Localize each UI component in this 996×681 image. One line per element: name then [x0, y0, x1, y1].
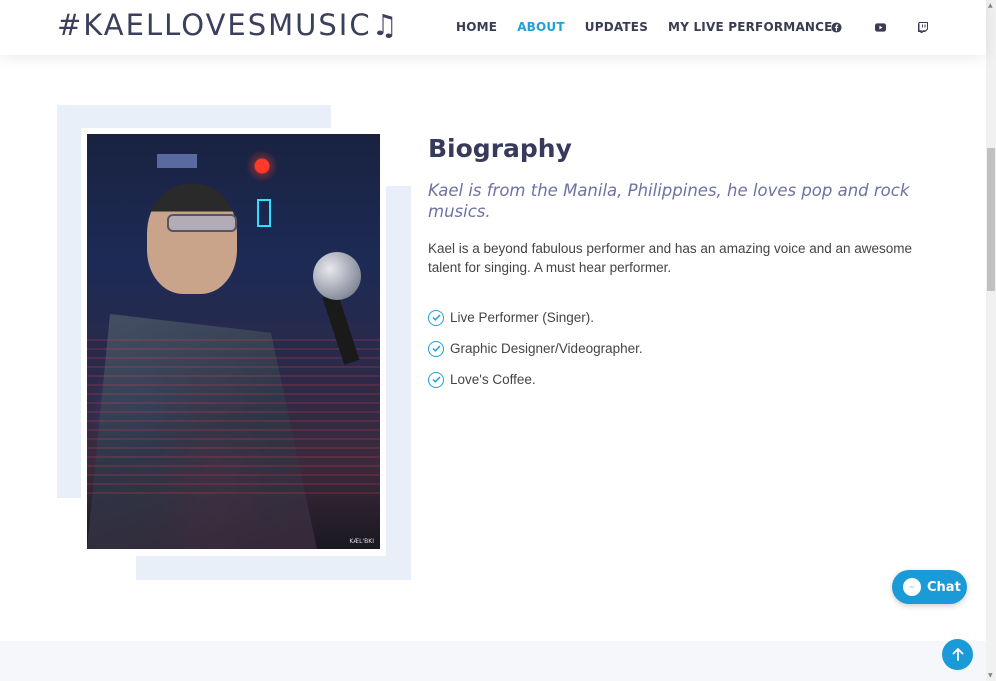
nav-updates[interactable]: UPDATES: [585, 20, 648, 34]
next-section: [0, 641, 986, 681]
twitch-icon[interactable]: [917, 21, 929, 33]
list-item: Live Performer (Singer).: [428, 302, 643, 333]
list-item-text: Love's Coffee.: [450, 372, 536, 387]
page-scrollbar[interactable]: ▲ ▼: [986, 0, 996, 681]
scroll-up-icon[interactable]: ▲: [988, 2, 993, 9]
biography-heading: Biography: [428, 134, 572, 163]
arrow-up-icon: [952, 648, 963, 661]
biography-lead: Kael is from the Manila, Philippines, he…: [428, 181, 910, 221]
scroll-down-icon[interactable]: ▼: [988, 672, 993, 679]
scrollbar-thumb[interactable]: [987, 148, 995, 291]
profile-photo-frame: KÆL'BKI: [81, 128, 386, 556]
photo-watermark: KÆL'BKI: [349, 538, 374, 545]
check-circle-icon: [428, 371, 444, 388]
messenger-chat-button[interactable]: Chat: [892, 570, 967, 604]
youtube-icon[interactable]: [874, 21, 886, 33]
check-circle-icon: [428, 340, 444, 357]
list-item-text: Live Performer (Singer).: [450, 310, 595, 325]
messenger-icon: [903, 578, 921, 596]
facebook-icon[interactable]: [830, 21, 842, 33]
list-item: Love's Coffee.: [428, 364, 643, 395]
main-nav: HOME ABOUT UPDATES MY LIVE PERFORMANCE: [456, 20, 853, 34]
nav-about[interactable]: ABOUT: [517, 20, 565, 34]
nav-my-live-performance[interactable]: MY LIVE PERFORMANCE: [668, 20, 833, 34]
biography-list: Live Performer (Singer). Graphic Designe…: [428, 302, 643, 395]
chat-button-label: Chat: [927, 579, 961, 595]
biography-text: Kael is a beyond fabulous performer and …: [428, 241, 913, 275]
list-item: Graphic Designer/Videographer.: [428, 333, 643, 364]
list-item-text: Graphic Designer/Videographer.: [450, 341, 643, 356]
site-header: #KAELLOVESMUSIC♫ HOME ABOUT UPDATES MY L…: [0, 0, 986, 55]
check-circle-icon: [428, 309, 444, 326]
page: #KAELLOVESMUSIC♫ HOME ABOUT UPDATES MY L…: [0, 0, 996, 681]
back-to-top-button[interactable]: [942, 639, 973, 670]
profile-photo: KÆL'BKI: [87, 134, 380, 549]
site-logo[interactable]: #KAELLOVESMUSIC♫: [57, 8, 400, 42]
nav-home[interactable]: HOME: [456, 20, 497, 34]
